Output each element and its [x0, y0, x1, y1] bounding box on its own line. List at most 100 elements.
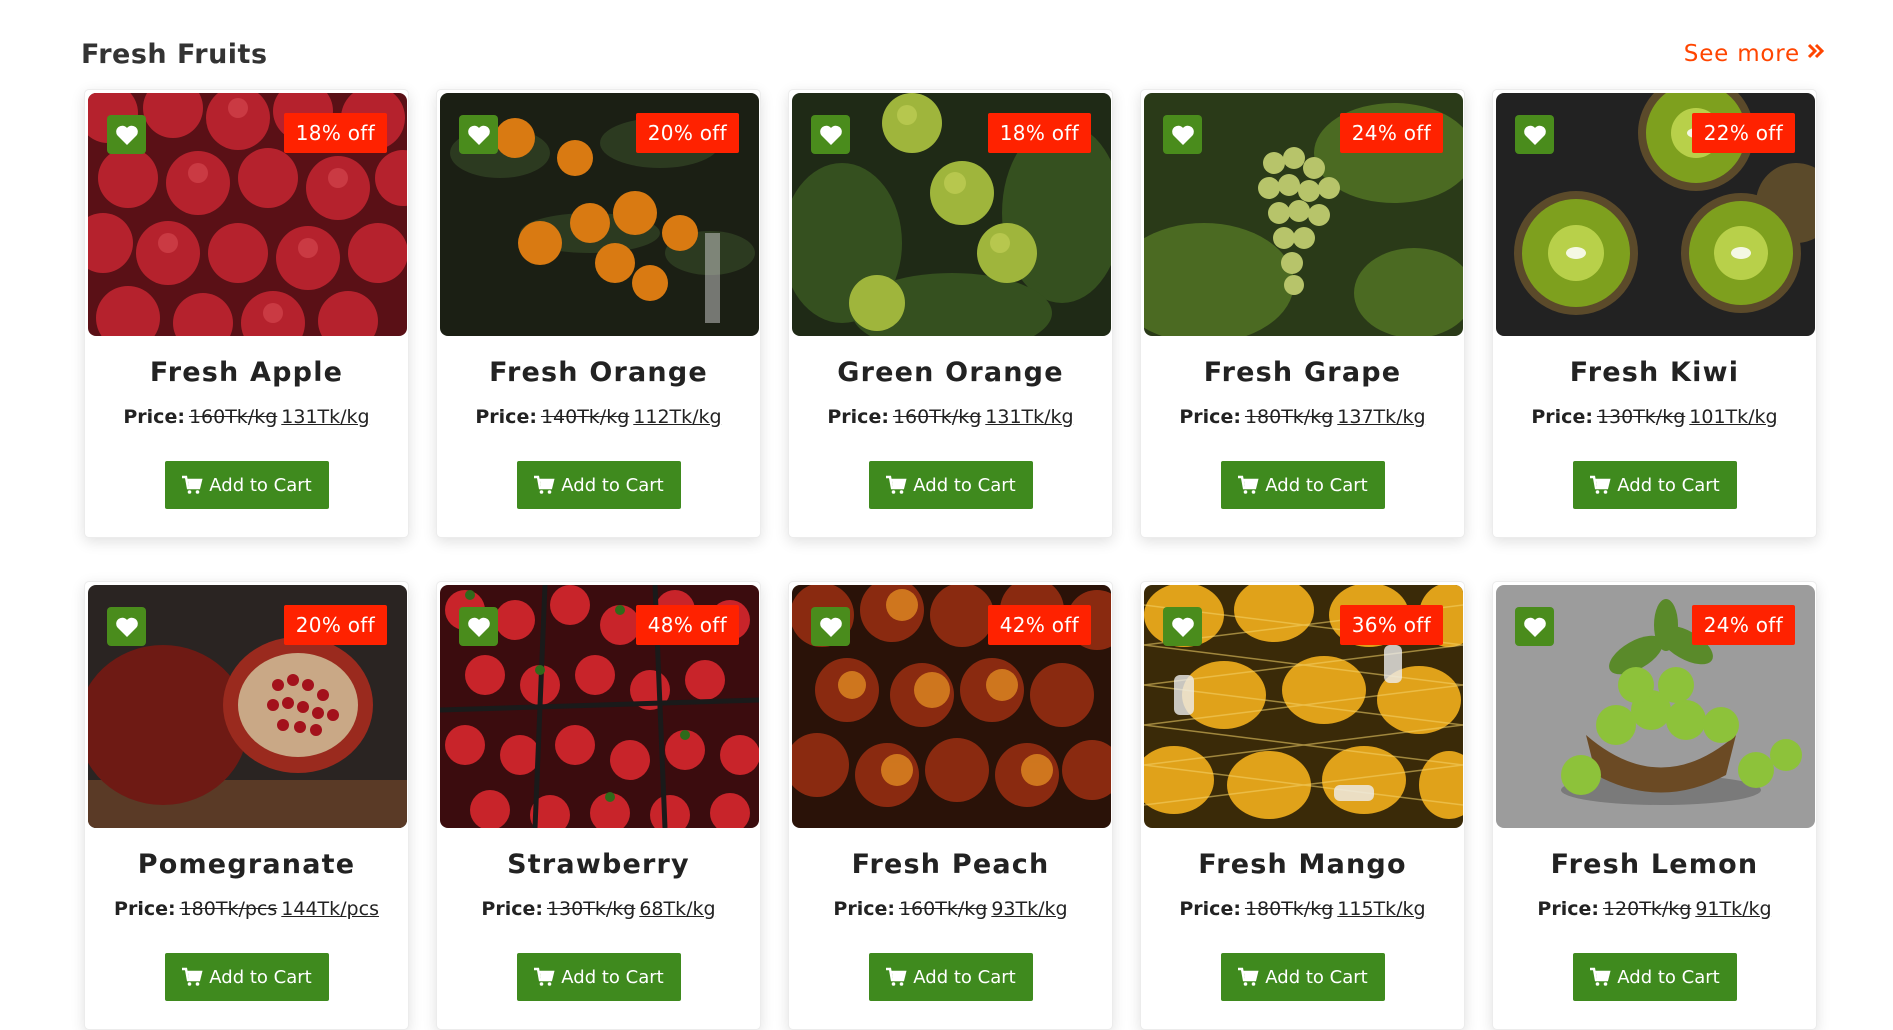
product-price: Price: 180Tk/pcs 144Tk/pcs [85, 898, 408, 920]
add-to-cart-button[interactable]: Add to Cart [516, 953, 681, 1001]
old-price: 160Tk/kg [188, 406, 278, 428]
product-name: Fresh Lemon [1550, 849, 1759, 880]
product-name: Fresh Grape [1203, 357, 1402, 388]
old-price: 120Tk/kg [1602, 898, 1692, 920]
add-to-cart-label: Add to Cart [913, 966, 1016, 988]
section-header: Fresh Fruits See more [81, 36, 1826, 72]
wishlist-button[interactable] [459, 607, 498, 646]
heart-icon [467, 125, 490, 145]
wishlist-button[interactable] [1163, 115, 1202, 154]
old-price: 130Tk/kg [1596, 406, 1686, 428]
product-image[interactable]: 24% off [1144, 93, 1463, 336]
wishlist-button[interactable] [811, 115, 850, 154]
cart-icon [182, 475, 203, 494]
cart-icon [182, 967, 203, 986]
add-to-cart-button[interactable]: Add to Cart [164, 953, 329, 1001]
price-label: Price: [1537, 898, 1599, 920]
add-to-cart-button[interactable]: Add to Cart [164, 461, 329, 509]
product-card: 22% off Fresh Kiwi Price: 130Tk/kg 101Tk/k… [1492, 89, 1817, 538]
heart-icon [1523, 125, 1546, 145]
new-price: 131Tk/kg [281, 406, 370, 428]
product-price: Price: 180Tk/kg 137Tk/kg [1141, 406, 1464, 428]
heart-icon [819, 125, 842, 145]
product-image[interactable]: 48% off [440, 585, 759, 828]
cart-icon [1238, 967, 1259, 986]
old-price: 160Tk/kg [892, 406, 982, 428]
product-card: 18% off Fresh Apple Price: 160Tk/kg 131Tk/… [84, 89, 409, 538]
product-image[interactable]: 20% off [88, 585, 407, 828]
add-to-cart-button[interactable]: Add to Cart [868, 461, 1033, 509]
discount-badge: 24% off [1339, 113, 1443, 153]
old-price: 180Tk/kg [1244, 898, 1334, 920]
cart-icon [886, 967, 907, 986]
see-more-label: See more [1683, 41, 1800, 67]
price-label: Price: [1531, 406, 1593, 428]
old-price: 130Tk/kg [546, 898, 636, 920]
new-price: 101Tk/kg [1689, 406, 1778, 428]
discount-badge: 20% off [635, 113, 739, 153]
product-card: 48% off Strawberry Price: 130Tk/kg 68Tk/kg… [436, 581, 761, 1030]
product-card: 20% off Pomegranate Price: 180Tk/pcs 144Tk… [84, 581, 409, 1030]
product-name: Green Orange [837, 357, 1064, 388]
heart-icon [819, 617, 842, 637]
product-image[interactable]: 18% off [792, 93, 1111, 336]
price-label: Price: [114, 898, 176, 920]
new-price: 115Tk/kg [1337, 898, 1426, 920]
product-image[interactable]: 22% off [1496, 93, 1815, 336]
wishlist-button[interactable] [1515, 115, 1554, 154]
product-image[interactable]: 24% off [1496, 585, 1815, 828]
product-name: Fresh Orange [489, 357, 708, 388]
cart-icon [886, 475, 907, 494]
price-label: Price: [123, 406, 185, 428]
price-label: Price: [833, 898, 895, 920]
price-label: Price: [475, 406, 537, 428]
old-price: 140Tk/kg [540, 406, 630, 428]
discount-badge: 24% off [1691, 605, 1795, 645]
add-to-cart-button[interactable]: Add to Cart [516, 461, 681, 509]
product-name: Fresh Mango [1198, 849, 1407, 880]
fresh-fruits-section: Fresh Fruits See more 18% off Fresh Appl… [0, 0, 1893, 1030]
wishlist-button[interactable] [107, 607, 146, 646]
new-price: 112Tk/kg [633, 406, 722, 428]
product-image[interactable]: 42% off [792, 585, 1111, 828]
add-to-cart-button[interactable]: Add to Cart [1220, 461, 1385, 509]
product-name: Strawberry [507, 849, 690, 880]
discount-badge: 22% off [1691, 113, 1795, 153]
add-to-cart-button[interactable]: Add to Cart [1572, 953, 1737, 1001]
product-image[interactable]: 36% off [1144, 585, 1463, 828]
new-price: 91Tk/kg [1695, 898, 1772, 920]
wishlist-button[interactable] [107, 115, 146, 154]
product-card: 42% off Fresh Peach Price: 160Tk/kg 93Tk/k… [788, 581, 1113, 1030]
product-price: Price: 130Tk/kg 101Tk/kg [1493, 406, 1816, 428]
price-label: Price: [1179, 898, 1241, 920]
product-card: 24% off Fresh Lemon Price: 120Tk/kg 91Tk/k… [1492, 581, 1817, 1030]
product-name: Pomegranate [137, 849, 356, 880]
wishlist-button[interactable] [811, 607, 850, 646]
product-image[interactable]: 20% off [440, 93, 759, 336]
double-chevron-right-icon [1806, 41, 1826, 67]
wishlist-button[interactable] [1163, 607, 1202, 646]
product-card: 36% off Fresh Mango Price: 180Tk/kg 115Tk/… [1140, 581, 1465, 1030]
add-to-cart-button[interactable]: Add to Cart [868, 953, 1033, 1001]
product-image[interactable]: 18% off [88, 93, 407, 336]
add-to-cart-label: Add to Cart [913, 474, 1016, 496]
cart-icon [1590, 475, 1611, 494]
product-price: Price: 130Tk/kg 68Tk/kg [437, 898, 760, 920]
product-price: Price: 160Tk/kg 131Tk/kg [789, 406, 1112, 428]
heart-icon [1523, 617, 1546, 637]
add-to-cart-button[interactable]: Add to Cart [1572, 461, 1737, 509]
section-title: Fresh Fruits [81, 38, 268, 70]
add-to-cart-label: Add to Cart [1617, 966, 1720, 988]
cart-icon [534, 475, 555, 494]
cart-icon [1590, 967, 1611, 986]
product-price: Price: 180Tk/kg 115Tk/kg [1141, 898, 1464, 920]
wishlist-button[interactable] [1515, 607, 1554, 646]
cart-icon [534, 967, 555, 986]
discount-badge: 18% off [987, 113, 1091, 153]
discount-badge: 42% off [987, 605, 1091, 645]
add-to-cart-button[interactable]: Add to Cart [1220, 953, 1385, 1001]
wishlist-button[interactable] [459, 115, 498, 154]
see-more-link[interactable]: See more [1684, 41, 1826, 67]
add-to-cart-label: Add to Cart [209, 966, 312, 988]
heart-icon [1171, 125, 1194, 145]
